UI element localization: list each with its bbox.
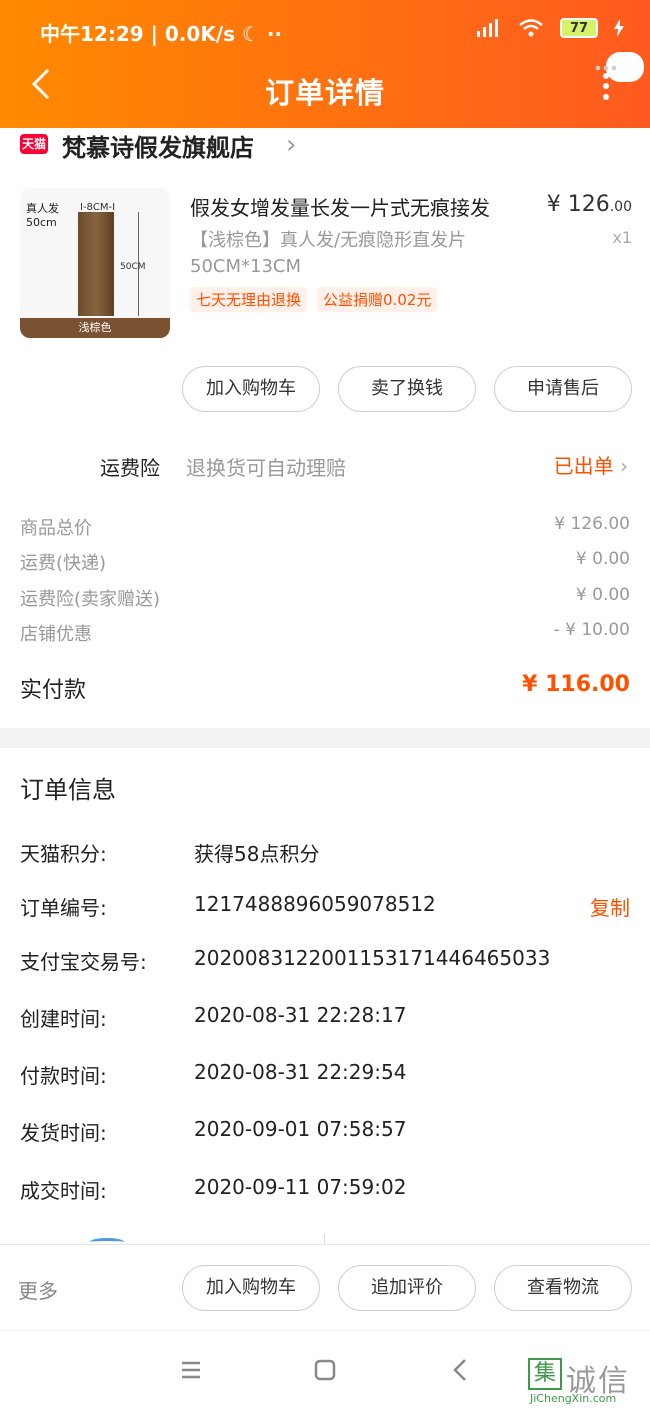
add-review-button[interactable]: 追加评价: [338, 1265, 476, 1311]
product-thumbnail[interactable]: 真人发 50cm I-8CM-I 50CM 浅棕色: [20, 188, 170, 338]
thumb-color-band: 浅棕色: [20, 318, 170, 338]
resell-button[interactable]: 卖了换钱: [338, 366, 476, 412]
more-options-icon[interactable]: [584, 54, 628, 102]
menu-icon[interactable]: [176, 1355, 206, 1385]
charging-icon: [614, 19, 624, 37]
paid-value: ¥ 116.00: [522, 672, 630, 697]
product-item[interactable]: 真人发 50cm I-8CM-I 50CM 浅棕色 假发女增发量长发一片式无痕接…: [0, 180, 650, 350]
divider: [324, 1234, 325, 1244]
battery-icon: 77: [560, 18, 598, 38]
after-sales-button[interactable]: 申请售后: [494, 366, 632, 412]
section-divider: [0, 728, 650, 748]
info-row-points: 天猫积分: 获得58点积分: [20, 842, 320, 866]
info-row-shipped: 发货时间: 2020-09-01 07:58:57: [20, 1117, 407, 1145]
thumb-label: 真人发: [26, 202, 59, 215]
wifi-icon: [519, 19, 543, 37]
product-actions: 加入购物车 卖了换钱 申请售后: [0, 366, 650, 414]
signal-icon: [477, 19, 498, 37]
app-header: 中午12:29 | 0.0K/s ☾ ·· 77 订单详情: [0, 0, 650, 128]
order-info-title: 订单信息: [20, 776, 116, 804]
bottom-add-to-cart-button[interactable]: 加入购物车: [182, 1265, 320, 1311]
insurance-status: 已出单 ›: [553, 454, 628, 478]
more-button[interactable]: 更多: [18, 1275, 58, 1304]
chevron-right-icon: ›: [286, 130, 297, 160]
info-row-created: 创建时间: 2020-08-31 22:28:17: [20, 1003, 407, 1031]
copy-button[interactable]: 复制: [590, 892, 630, 921]
cost-shipping: 运费(快递) ¥ 0.00: [20, 549, 630, 574]
info-row-order-number: 订单编号: 1217488896059078512 复制: [20, 892, 630, 921]
chevron-right-icon: ›: [620, 454, 628, 478]
paid-amount-row: 实付款 ¥ 116.00: [20, 672, 630, 704]
product-tags: 七天无理由退换 公益捐赠0.02元: [190, 287, 438, 312]
info-row-paid: 付款时间: 2020-08-31 22:29:54: [20, 1060, 407, 1088]
cost-subtotal: 商品总价 ¥ 126.00: [20, 514, 630, 539]
add-to-cart-button[interactable]: 加入购物车: [182, 366, 320, 412]
status-bar-left: 中午12:29 | 0.0K/s ☾ ··: [40, 22, 283, 46]
cost-discount: 店铺优惠 - ¥ 10.00: [20, 620, 630, 645]
bottom-action-bar: 更多 加入购物车 追加评价 查看物流: [0, 1244, 650, 1330]
tmall-badge: 天猫: [20, 134, 48, 154]
product-quantity: x1: [612, 228, 632, 247]
thumb-length-measure: 50CM: [120, 262, 146, 272]
tag-return-policy: 七天无理由退换: [190, 287, 308, 312]
info-row-alipay-number: 支付宝交易号: 2020083122001153171446465033: [20, 946, 551, 974]
shop-row[interactable]: 天猫 梵慕诗假发旗舰店 ›: [0, 128, 650, 162]
hair-extension-image: [78, 212, 114, 316]
cost-insurance: 运费险(卖家赠送) ¥ 0.00: [20, 585, 630, 610]
back-icon[interactable]: [446, 1355, 476, 1385]
status-bar-right: 77: [476, 18, 624, 38]
watermark-logo: 集 诚信 JiChengXin.com: [528, 1356, 640, 1405]
product-spec: 【浅棕色】真人发/无痕隐形直发片 50CM*13CM: [190, 230, 467, 277]
info-row-completed: 成交时间: 2020-09-11 07:59:02: [20, 1175, 407, 1203]
product-price: ¥ 126.00: [546, 192, 632, 217]
tag-charity: 公益捐赠0.02元: [317, 287, 438, 312]
view-logistics-button[interactable]: 查看物流: [494, 1265, 632, 1311]
page-title: 订单详情: [264, 76, 385, 110]
insurance-label: 运费险: [100, 456, 160, 480]
shipping-insurance-row[interactable]: 运费险 退换货可自动理赔 已出单 ›: [0, 450, 650, 480]
product-title[interactable]: 假发女增发量长发一片式无痕接发: [190, 192, 530, 221]
shop-name[interactable]: 梵慕诗假发旗舰店: [62, 128, 254, 163]
insurance-desc: 退换货可自动理赔: [186, 456, 346, 480]
thumb-length: 50cm: [26, 216, 57, 229]
home-icon[interactable]: [310, 1355, 340, 1385]
paid-label: 实付款: [20, 678, 87, 703]
